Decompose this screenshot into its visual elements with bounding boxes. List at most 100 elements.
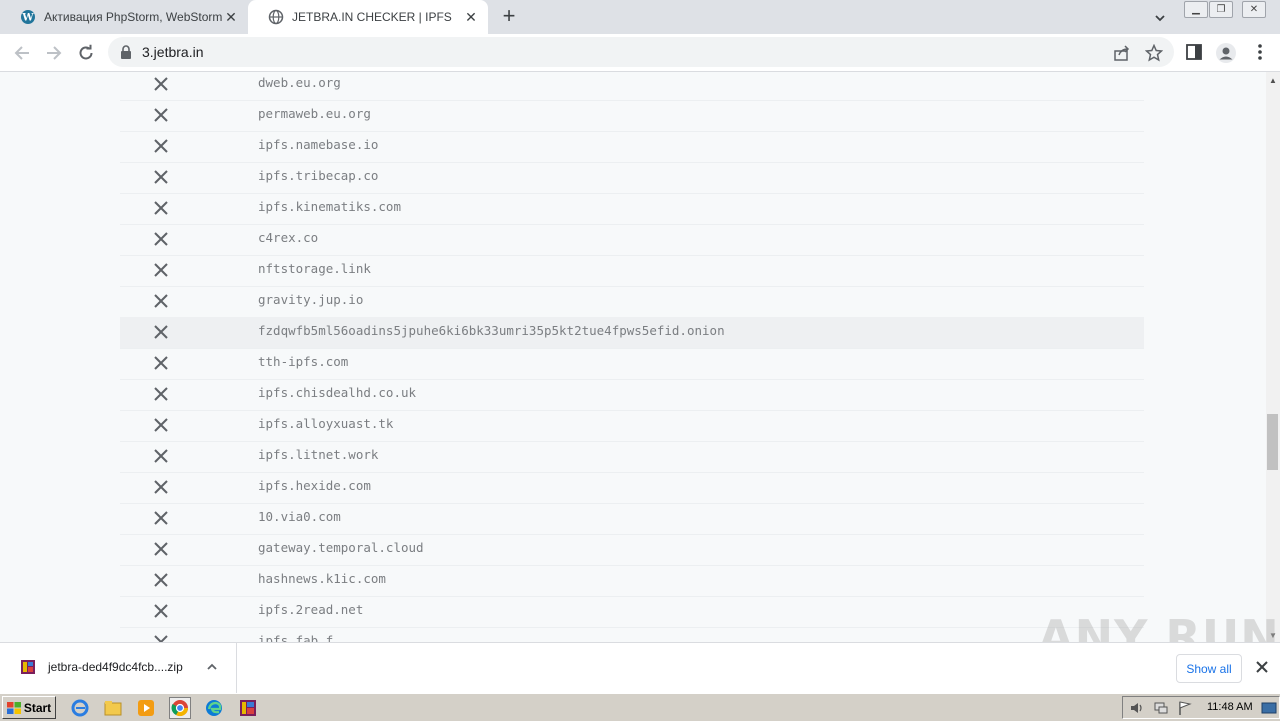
tab-title: Активация PhpStorm, WebStorm, IntelliJ bbox=[44, 10, 222, 24]
host-row: ipfs.namebase.io bbox=[120, 131, 1144, 163]
host-row: permaweb.eu.org bbox=[120, 100, 1144, 132]
download-shelf: jetbra-ded4f9dc4fcb....zip Show all bbox=[0, 642, 1280, 693]
fail-x-icon bbox=[153, 634, 169, 642]
tab-jetbra-checker[interactable]: JETBRA.IN CHECKER | IPFS ✕ bbox=[248, 0, 488, 34]
host-row: dweb.eu.org bbox=[120, 72, 1144, 101]
fail-x-icon bbox=[153, 386, 169, 402]
host-row: gravity.jup.io bbox=[120, 286, 1144, 318]
network-icon[interactable] bbox=[1153, 700, 1169, 716]
host-row: ipfs.tribecap.co bbox=[120, 162, 1144, 194]
host-name: ipfs.tribecap.co bbox=[258, 168, 379, 183]
new-tab-button[interactable]: + bbox=[498, 5, 520, 28]
fail-x-icon bbox=[153, 541, 169, 557]
host-name: ipfs.kinematiks.com bbox=[258, 199, 401, 214]
lock-icon[interactable] bbox=[120, 45, 132, 64]
volume-icon[interactable] bbox=[1129, 700, 1145, 716]
restore-button[interactable]: ❐ bbox=[1209, 1, 1233, 18]
host-row: c4rex.co bbox=[120, 224, 1144, 256]
reload-icon[interactable] bbox=[75, 42, 97, 64]
host-name: gateway.temporal.cloud bbox=[258, 540, 424, 555]
host-name: 10.via0.com bbox=[258, 509, 341, 524]
back-icon[interactable] bbox=[11, 42, 33, 64]
windows-flag-icon bbox=[6, 701, 21, 714]
address-bar[interactable]: 3.jetbra.in bbox=[108, 37, 1174, 67]
action-center-flag-icon[interactable] bbox=[1177, 700, 1193, 716]
winrar-icon[interactable] bbox=[238, 698, 258, 718]
host-name: ipfs.2read.net bbox=[258, 602, 364, 617]
windows-taskbar: Start 11:48 AM bbox=[0, 693, 1280, 721]
host-row: nftstorage.link bbox=[120, 255, 1144, 287]
fail-x-icon bbox=[153, 448, 169, 464]
side-panel-icon[interactable] bbox=[1184, 42, 1204, 62]
scrollbar-thumb[interactable] bbox=[1267, 414, 1278, 470]
show-desktop-icon[interactable] bbox=[1261, 700, 1277, 716]
host-name: ipfs.hexide.com bbox=[258, 478, 371, 493]
download-item[interactable]: jetbra-ded4f9dc4fcb....zip bbox=[0, 643, 237, 693]
fail-x-icon bbox=[153, 76, 169, 92]
close-window-button[interactable]: ✕ bbox=[1242, 1, 1266, 18]
host-name: c4rex.co bbox=[258, 230, 319, 245]
host-name: ipfs.alloyxuast.tk bbox=[258, 416, 394, 431]
close-tab-icon[interactable]: ✕ bbox=[222, 8, 240, 26]
host-name: ipfs.fab.f bbox=[258, 633, 334, 642]
host-row: tth-ipfs.com bbox=[120, 348, 1144, 380]
tab-activation[interactable]: W Активация PhpStorm, WebStorm, IntelliJ… bbox=[0, 0, 248, 34]
chevron-up-icon[interactable] bbox=[205, 660, 219, 674]
url-text: 3.jetbra.in bbox=[142, 44, 204, 60]
host-row: ipfs.hexide.com bbox=[120, 472, 1144, 504]
host-row: ipfs.kinematiks.com bbox=[120, 193, 1144, 225]
tab-strip: W Активация PhpStorm, WebStorm, IntelliJ… bbox=[0, 0, 1280, 34]
fail-x-icon bbox=[153, 231, 169, 247]
menu-kebab-icon[interactable] bbox=[1250, 42, 1270, 62]
share-icon[interactable] bbox=[1113, 44, 1131, 62]
edge-icon[interactable] bbox=[204, 698, 224, 718]
tab-title: JETBRA.IN CHECKER | IPFS bbox=[292, 10, 452, 24]
download-file-name: jetbra-ded4f9dc4fcb....zip bbox=[48, 660, 183, 674]
archive-file-icon bbox=[20, 659, 36, 675]
host-name: ipfs.namebase.io bbox=[258, 137, 379, 152]
host-name: nftstorage.link bbox=[258, 261, 371, 276]
system-tray: 11:48 AM bbox=[1122, 696, 1280, 719]
host-row: ipfs.alloyxuast.tk bbox=[120, 410, 1144, 442]
host-name: tth-ipfs.com bbox=[258, 354, 349, 369]
media-player-icon[interactable] bbox=[136, 698, 156, 718]
fail-x-icon bbox=[153, 262, 169, 278]
ie-icon[interactable] bbox=[70, 698, 90, 718]
profile-avatar-icon[interactable] bbox=[1215, 42, 1236, 63]
fail-x-icon bbox=[153, 479, 169, 495]
start-label: Start bbox=[23, 700, 52, 715]
fail-x-icon bbox=[153, 603, 169, 619]
host-row: gateway.temporal.cloud bbox=[120, 534, 1144, 566]
fail-x-icon bbox=[153, 107, 169, 123]
minimize-button[interactable]: ▁ bbox=[1184, 1, 1208, 18]
fail-x-icon bbox=[153, 169, 169, 185]
svg-text:W: W bbox=[21, 13, 34, 24]
host-row: hashnews.k1ic.com bbox=[120, 565, 1144, 597]
fail-x-icon bbox=[153, 200, 169, 216]
tab-search-icon[interactable] bbox=[1150, 8, 1170, 28]
scroll-up-icon[interactable]: ▲ bbox=[1269, 76, 1277, 85]
host-name: hashnews.k1ic.com bbox=[258, 571, 386, 586]
host-name: dweb.eu.org bbox=[258, 75, 341, 90]
host-row: ipfs.fab.f bbox=[120, 627, 1144, 642]
fail-x-icon bbox=[153, 324, 169, 340]
fail-x-icon bbox=[153, 572, 169, 588]
chrome-icon[interactable] bbox=[169, 697, 191, 719]
taskbar-clock: 11:48 AM bbox=[1207, 701, 1253, 713]
forward-icon[interactable] bbox=[43, 42, 65, 64]
host-name: ipfs.litnet.work bbox=[258, 447, 379, 462]
wordpress-icon: W bbox=[20, 9, 36, 25]
fail-x-icon bbox=[153, 417, 169, 433]
scrollbar[interactable]: ▲ ▼ bbox=[1266, 72, 1280, 642]
start-button[interactable]: Start bbox=[2, 696, 56, 719]
host-row: ipfs.litnet.work bbox=[120, 441, 1144, 473]
close-shelf-icon[interactable] bbox=[1254, 659, 1270, 675]
host-name: gravity.jup.io bbox=[258, 292, 364, 307]
close-tab-icon[interactable]: ✕ bbox=[462, 8, 480, 26]
fail-x-icon bbox=[153, 510, 169, 526]
show-all-button[interactable]: Show all bbox=[1176, 654, 1242, 683]
explorer-folder-icon[interactable] bbox=[103, 698, 123, 718]
bookmark-star-icon[interactable] bbox=[1144, 43, 1164, 62]
fail-x-icon bbox=[153, 293, 169, 309]
fail-x-icon bbox=[153, 138, 169, 154]
